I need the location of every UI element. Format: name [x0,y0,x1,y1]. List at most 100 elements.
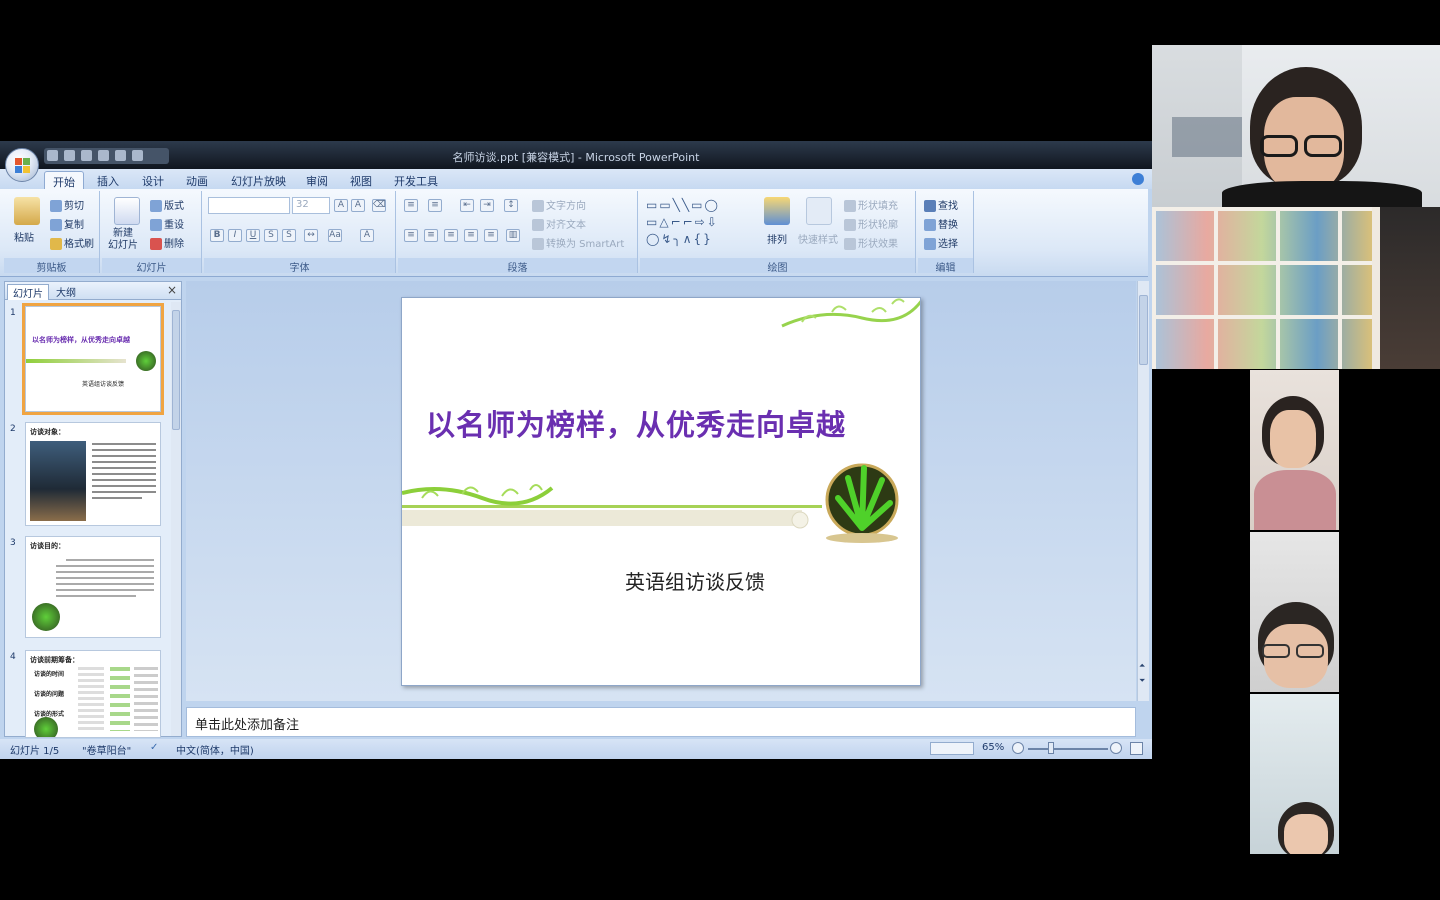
notes-placeholder: 单击此处添加备注 [195,718,300,733]
reset-button[interactable]: 重设 [150,216,184,231]
line-spacing-icon[interactable]: ↕ [504,199,518,212]
video-tile-participant-3[interactable] [1250,532,1339,692]
scroll-thumb[interactable] [172,310,180,430]
editing-group: 查找 替换 选择 编辑 [918,191,974,274]
video-tile-presenter[interactable] [1152,45,1440,207]
slide-thumbnail-3[interactable]: 访谈目的： [25,536,161,638]
video-tile-bookshelf[interactable] [1152,207,1440,369]
fit-to-window-icon[interactable] [1130,742,1143,755]
slide-thumbnail-1[interactable]: 以名师为榜样，从优秀走向卓越 英语组访谈反馈 [22,303,164,415]
close-pane-icon[interactable]: × [167,283,177,297]
help-icon[interactable] [1132,173,1144,185]
shape-effects-button[interactable]: 形状效果 [844,235,898,250]
new-slide-icon [114,197,140,225]
zoom-in-icon[interactable] [1110,742,1122,754]
select-button[interactable]: 选择 [924,235,958,250]
numbering-icon[interactable]: ≡ [428,199,442,212]
text-direction-icon [532,200,544,212]
thumbnail-scrollbar[interactable] [171,302,181,736]
decrease-indent-icon[interactable]: ⇤ [460,199,474,212]
ribbon-tabs: 开始 插入 设计 动画 幻灯片放映 审阅 视图 开发工具 [0,169,1152,189]
tab-design[interactable]: 设计 [134,171,172,189]
tab-home[interactable]: 开始 [44,171,84,189]
font-size-input[interactable]: 32 [292,197,330,214]
new-slide-button[interactable]: 新建 幻灯片 [108,228,138,252]
shadow-icon[interactable]: S [282,229,296,242]
video-tile-participant-2[interactable] [1250,370,1339,530]
clipboard-group-label: 剪贴板 [4,258,99,274]
ribbon: 粘贴 剪切 复制 格式刷 剪贴板 新建 幻灯片 版式 重设 删除 幻灯片 32 … [0,189,1148,277]
shape-outline-button[interactable]: 形状轮廓 [844,216,898,231]
arrange-button[interactable]: 排列 [767,231,787,246]
scroll-thumb[interactable] [1139,295,1148,365]
zoom-slider-thumb[interactable] [1048,742,1054,754]
align-right-icon[interactable]: ≡ [444,229,458,242]
underline-icon[interactable]: U [246,229,260,242]
distribute-icon[interactable]: ≡ [484,229,498,242]
align-center-icon[interactable]: ≡ [424,229,438,242]
zoom-level[interactable]: 65% [982,742,1004,753]
slide-subtitle[interactable]: 英语组访谈反馈 [625,566,765,595]
current-slide[interactable]: 以名师为榜样，从优秀走向卓越 英语组访谈反馈 [401,297,921,686]
zoom-slider[interactable] [1028,748,1108,750]
clear-format-icon[interactable]: ⌫ [372,199,386,212]
text-direction-button[interactable]: 文字方向 [532,197,586,212]
strikethrough-icon[interactable]: S [264,229,278,242]
drawing-group: ▭▭╲╲▭◯ ▭△⌐⌐⇨⇩ ◯↯╮∧{} 排列 快速样式 形状填充 形状轮廓 形状效… [640,191,916,274]
notes-pane[interactable]: 单击此处添加备注 [186,707,1136,737]
font-name-input[interactable] [208,197,290,214]
slide-title[interactable]: 以名师为榜样，从优秀走向卓越 [426,402,906,444]
thumb-number: 1 [10,308,16,318]
tab-slides[interactable]: 幻灯片 [7,284,49,300]
language[interactable]: 中文(简体，中国) [176,742,254,757]
slide-thumbnail-4[interactable]: 访谈前期筹备： 访谈的时间 访谈的问题 访谈的形式 [25,650,161,738]
justify-icon[interactable]: ≡ [464,229,478,242]
zoom-out-icon[interactable] [1012,742,1024,754]
delete-icon [150,238,162,250]
slide-thumbnail-2[interactable]: 访谈对象： [25,422,161,526]
tab-developer[interactable]: 开发工具 [386,171,446,189]
change-case-icon[interactable]: Aa [328,229,342,242]
bold-icon[interactable]: B [210,229,224,242]
grow-font-icon[interactable]: A [334,199,348,212]
plant-medallion [825,463,899,543]
tab-insert[interactable]: 插入 [89,171,127,189]
replace-button[interactable]: 替换 [924,216,958,231]
quick-styles-button[interactable]: 快速样式 [798,231,838,246]
columns-icon[interactable]: ▥ [506,229,520,242]
slide-background-art [402,298,920,543]
copy-button[interactable]: 复制 [50,216,84,231]
shrink-font-icon[interactable]: A [351,199,365,212]
teacher-photo [30,441,86,521]
tab-outline[interactable]: 大纲 [51,284,81,300]
shapes-gallery[interactable]: ▭▭╲╲▭◯ ▭△⌐⌐⇨⇩ ◯↯╮∧{} [646,197,750,249]
office-button[interactable] [5,148,39,182]
tab-slideshow[interactable]: 幻灯片放映 [223,171,294,189]
view-buttons[interactable] [930,742,974,755]
font-color-icon[interactable]: A [360,229,374,242]
align-left-icon[interactable]: ≡ [404,229,418,242]
editor-scrollbar[interactable]: ⏶ ⏷ [1137,281,1149,701]
scissors-icon [50,200,62,212]
char-spacing-icon[interactable]: ↔ [304,229,318,242]
shape-fill-button[interactable]: 形状填充 [844,197,898,212]
increase-indent-icon[interactable]: ⇥ [480,199,494,212]
tab-review[interactable]: 审阅 [298,171,336,189]
tab-animation[interactable]: 动画 [178,171,216,189]
italic-icon[interactable]: I [228,229,242,242]
tab-view[interactable]: 视图 [342,171,380,189]
align-text-button[interactable]: 对齐文本 [532,216,586,231]
format-painter-button[interactable]: 格式刷 [50,235,94,250]
screen: 名师访谈.ppt [兼容模式] - Microsoft PowerPoint 开… [0,0,1440,900]
delete-slide-button[interactable]: 删除 [150,235,184,250]
spellcheck-icon[interactable]: ✓ [150,742,158,753]
video-tile-participant-4[interactable] [1250,694,1339,854]
bullets-icon[interactable]: ≡ [404,199,418,212]
layout-button[interactable]: 版式 [150,197,184,212]
next-slide-icon[interactable]: ⏷ [1139,676,1145,686]
find-button[interactable]: 查找 [924,197,958,212]
cut-button[interactable]: 剪切 [50,197,84,212]
paste-button[interactable]: 粘贴 [14,229,34,244]
prev-slide-icon[interactable]: ⏶ [1139,661,1145,671]
convert-smartart-button[interactable]: 转换为 SmartArt [532,235,624,250]
